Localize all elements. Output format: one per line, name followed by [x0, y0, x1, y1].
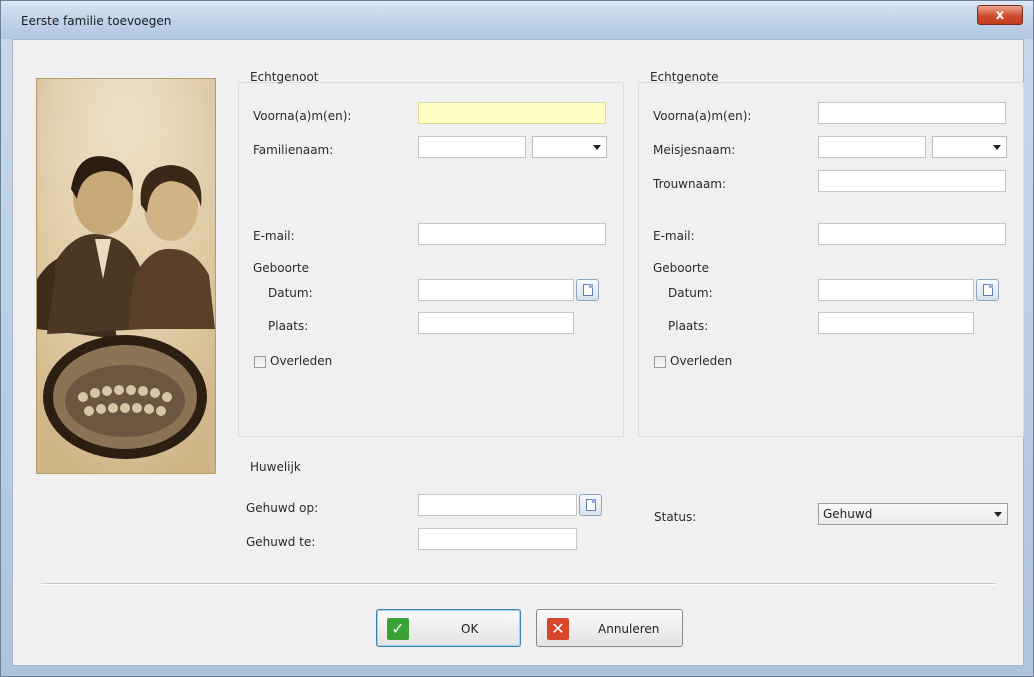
wife-birth-place-label: Plaats:: [668, 319, 709, 333]
title-bar[interactable]: Eerste familie toevoegen x: [1, 1, 1033, 39]
married-at-label: Gehuwd te:: [246, 535, 316, 549]
wife-maiden-name-prefix-select[interactable]: [932, 136, 1007, 158]
wife-email-label: E-mail:: [653, 229, 695, 243]
husband-family-name-label: Familienaam:: [253, 143, 334, 157]
husband-email-label: E-mail:: [253, 229, 295, 243]
chevron-down-icon: [994, 512, 1002, 517]
wife-maiden-name-label: Meisjesnaam:: [653, 143, 736, 157]
husband-section-title: Echtgenoot: [250, 70, 319, 84]
close-button[interactable]: x: [977, 5, 1023, 25]
wife-birth-date-label: Datum:: [668, 286, 713, 300]
marriage-section-title: Huwelijk: [250, 460, 301, 474]
husband-birth-label: Geboorte: [253, 261, 310, 275]
wife-deceased-label[interactable]: Overleden: [670, 354, 732, 368]
check-icon: ✓: [387, 618, 409, 640]
wife-birth-date-picker-button[interactable]: [976, 279, 999, 301]
wife-first-names-label: Voorna(a)m(en):: [653, 109, 752, 123]
husband-deceased-label[interactable]: Overleden: [270, 354, 332, 368]
status-label: Status:: [654, 510, 697, 524]
window-title: Eerste familie toevoegen: [21, 14, 172, 28]
chevron-down-icon: [993, 145, 1001, 150]
husband-first-names-input[interactable]: [418, 102, 606, 124]
ok-button-label: OK: [461, 622, 479, 636]
family-photo: [36, 78, 216, 474]
married-on-label: Gehuwd op:: [246, 501, 319, 515]
husband-deceased-checkbox[interactable]: [254, 356, 266, 368]
footer-separator: [41, 583, 996, 585]
married-at-input[interactable]: [418, 528, 577, 550]
cancel-button[interactable]: ✕ Annuleren: [536, 609, 683, 647]
wife-birth-label: Geboorte: [653, 261, 710, 275]
wife-deceased-checkbox[interactable]: [654, 356, 666, 368]
photo-illustration: [37, 79, 215, 473]
chevron-down-icon: [593, 145, 601, 150]
calendar-icon: [586, 499, 596, 511]
ok-button[interactable]: ✓ OK: [376, 609, 521, 647]
wife-first-names-input[interactable]: [818, 102, 1006, 124]
wife-married-name-input[interactable]: [818, 170, 1006, 192]
married-on-date-picker-button[interactable]: [579, 494, 602, 516]
x-icon: ✕: [547, 618, 569, 640]
husband-first-names-label: Voorna(a)m(en):: [253, 109, 352, 123]
married-on-input[interactable]: [418, 494, 577, 516]
husband-birth-place-label: Plaats:: [268, 319, 309, 333]
cancel-button-label: Annuleren: [598, 622, 660, 636]
husband-birth-date-picker-button[interactable]: [576, 279, 599, 301]
wife-birth-date-input[interactable]: [818, 279, 974, 301]
dialog-content: Echtgenoot Voorna(a)m(en): Familienaam: …: [12, 39, 1024, 666]
wife-maiden-name-input[interactable]: [818, 136, 926, 158]
dialog-window: Eerste familie toevoegen x Echtgenoot Vo…: [0, 0, 1034, 677]
wife-email-input[interactable]: [818, 223, 1006, 245]
husband-birth-date-input[interactable]: [418, 279, 574, 301]
husband-email-input[interactable]: [418, 223, 606, 245]
status-select-value: Gehuwd: [823, 507, 873, 521]
wife-birth-place-input[interactable]: [818, 312, 974, 334]
wife-married-name-label: Trouwnaam:: [653, 177, 727, 191]
status-select[interactable]: Gehuwd: [818, 503, 1008, 525]
wife-section-title: Echtgenote: [650, 70, 719, 84]
calendar-icon: [983, 284, 993, 296]
husband-family-name-input[interactable]: [418, 136, 526, 158]
calendar-icon: [583, 284, 593, 296]
husband-family-name-prefix-select[interactable]: [532, 136, 607, 158]
husband-birth-date-label: Datum:: [268, 286, 313, 300]
husband-birth-place-input[interactable]: [418, 312, 574, 334]
